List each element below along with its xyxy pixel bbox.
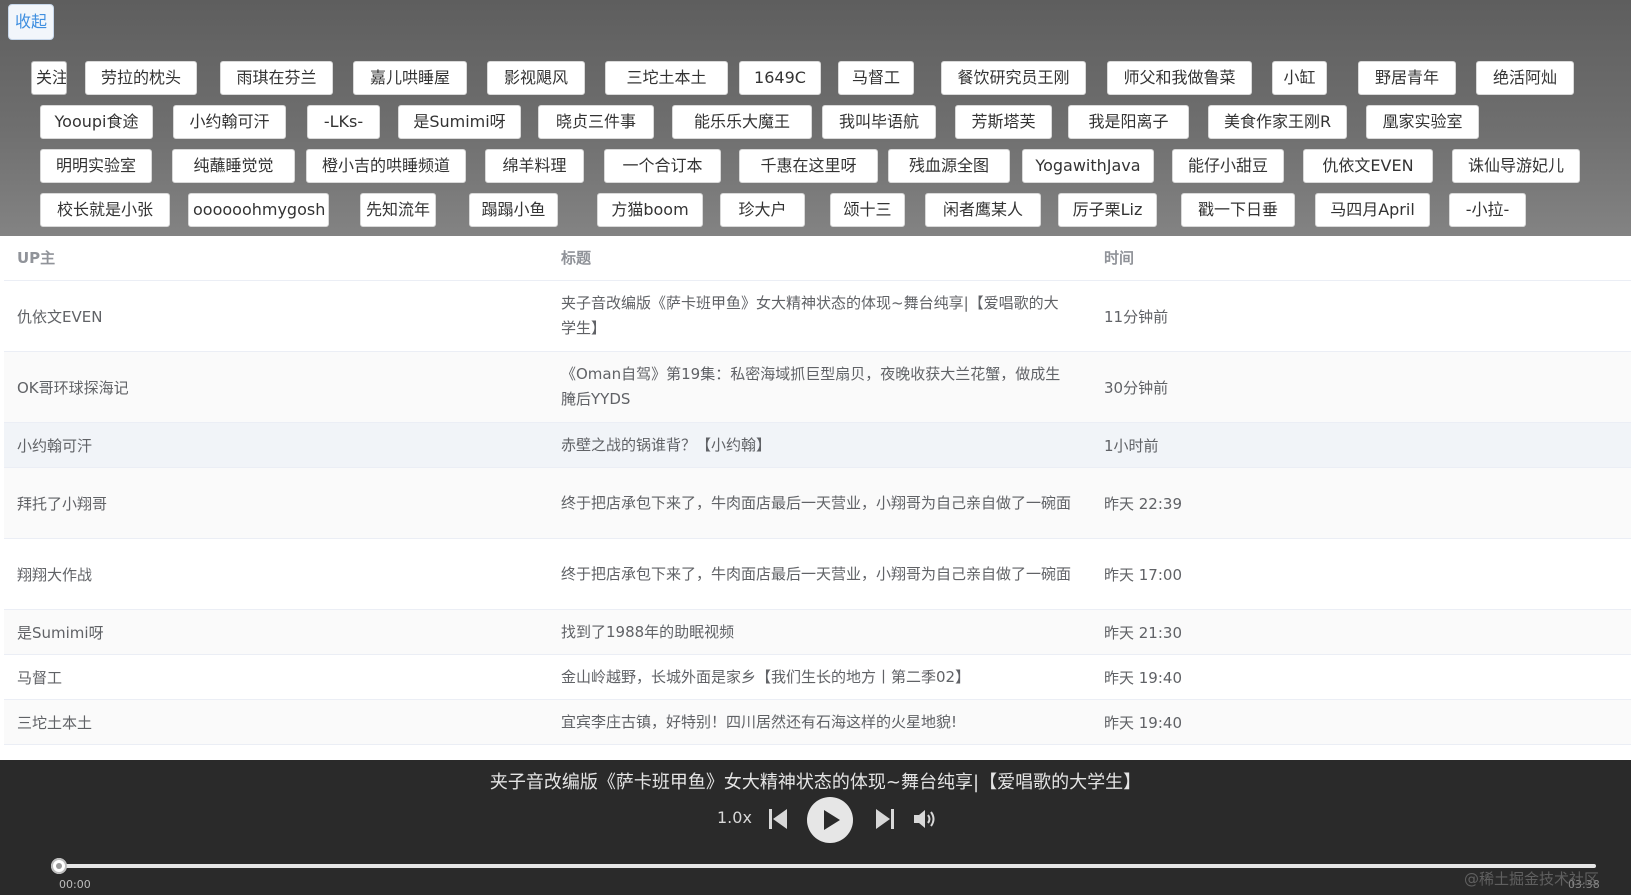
speed-button[interactable]: 1.0x [717,808,752,827]
up-tag[interactable]: 先知流年 [360,193,436,227]
collapse-button[interactable]: 收起 [8,4,55,40]
play-icon[interactable] [807,797,853,843]
table-row[interactable]: 翔翔大作战 终于把店承包下来了，牛肉面店最后一天营业，小翔哥为自己亲自做了一碗面… [4,539,1631,610]
row-time: 昨天 22:39 [1104,494,1182,513]
up-tag[interactable]: 颂十三 [830,193,905,227]
up-tag[interactable]: 晓贞三件事 [538,105,654,139]
up-tag[interactable]: 诛仙导游妃儿 [1452,149,1580,183]
up-tag[interactable]: 厉子栗Liz [1058,193,1157,227]
previous-icon[interactable] [768,808,788,830]
row-title: 赤壁之战的锅谁背？【小约翰】 [561,435,772,454]
up-tag[interactable]: 是Sumimi呀 [398,105,521,139]
row-up: 是Sumimi呀 [17,623,104,642]
up-tag[interactable]: 我是阳离子 [1068,105,1189,139]
row-up: 拜托了小翔哥 [17,494,108,513]
row-up: 小约翰可汗 [17,436,93,455]
up-tag[interactable]: 我叫毕语航 [822,105,936,139]
row-title: 终于把店承包下来了，牛肉面店最后一天营业，小翔哥为自己亲自做了一碗面 [561,493,1072,512]
up-tag[interactable]: 校长就是小张 [40,193,170,227]
up-tag[interactable]: 野居青年 [1358,61,1456,95]
up-tag[interactable]: 马四月April [1315,193,1430,227]
up-tag[interactable]: 方猫boom [597,193,703,227]
up-tag[interactable]: 戳一下日垂 [1181,193,1295,227]
up-tag[interactable]: 小约翰可汗 [173,105,286,139]
up-tag[interactable]: 嘉儿哄睡屋 [353,61,467,95]
row-title: 找到了1988年的助眠视频 [561,622,735,641]
row-up: 三坨土本土 [17,713,93,732]
up-tag[interactable]: 凰家实验室 [1366,105,1479,139]
row-time: 30分钟前 [1104,378,1169,397]
up-tag[interactable]: 师父和我做鲁菜 [1107,61,1252,95]
volume-icon[interactable] [913,808,939,830]
up-tag[interactable]: Yooupi食途 [40,105,153,139]
up-tag[interactable]: oooooohmygosh [188,193,329,227]
up-tag[interactable]: 绝活阿灿 [1476,61,1574,95]
audio-player: 夹子音改编版《萨卡班甲鱼》女大精神状态的体现~舞台纯享|【爱唱歌的大学生】 1.… [0,760,1631,895]
up-tag[interactable]: 蹋蹋小鱼 [469,193,558,227]
up-tag[interactable]: 美食作家王刚R [1208,105,1347,139]
row-title: 终于把店承包下来了，牛肉面店最后一天营业，小翔哥为自己亲自做了一碗面 [561,564,1072,583]
table-row[interactable]: OK哥环球探海记 《Oman自驾》第19集：私密海域抓巨型扇贝，夜晚收获大兰花蟹… [4,352,1631,423]
up-tag[interactable]: 小缸 [1272,61,1327,95]
up-tag[interactable]: 闲者鹰某人 [925,193,1041,227]
up-tag[interactable]: 餐饮研究员王刚 [941,61,1086,95]
row-up: 翔翔大作战 [17,565,93,584]
header-title: 标题 [561,249,592,267]
follow-tag[interactable]: 关注 [31,61,67,95]
table-row[interactable]: 马督工 金山岭越野，长城外面是家乡【我们生长的地方丨第二季02】 昨天 19:4… [4,655,1631,700]
up-tag[interactable]: 能乐乐大魔王 [672,105,812,139]
table-header: UP主 标题 时间 [4,236,1631,281]
video-table: UP主 标题 时间 仇依文EVEN 夹子音改编版《萨卡班甲鱼》女大精神状态的体现… [4,236,1631,760]
current-time: 00:00 [59,878,91,891]
row-time: 1小时前 [1104,436,1159,455]
up-tag[interactable]: 绵羊料理 [485,149,584,183]
up-tag[interactable]: 仇依文EVEN [1303,149,1433,183]
table-row[interactable]: 是Sumimi呀 找到了1988年的助眠视频 昨天 21:30 [4,610,1631,655]
player-controls: 1.0x [0,792,1631,850]
up-tag[interactable]: 珍大户 [720,193,805,227]
row-up: OK哥环球探海记 [17,378,129,397]
row-up: 马督工 [17,668,63,687]
progress-bar[interactable] [58,864,1596,868]
up-tag[interactable]: 马督工 [838,61,914,95]
up-tag[interactable]: 能仔小甜豆 [1172,149,1284,183]
row-time: 昨天 19:40 [1104,713,1182,732]
next-icon[interactable] [875,808,895,830]
progress-handle[interactable] [51,858,67,874]
header-up: UP主 [17,249,56,267]
header-time: 时间 [1104,249,1135,267]
up-tag[interactable]: 千惠在这里呀 [739,149,878,183]
up-tag[interactable]: 残血源全图 [888,149,1010,183]
up-tag[interactable]: 劳拉的枕头 [85,61,197,95]
row-up: 仇依文EVEN [17,307,103,326]
table-row[interactable]: 仇依文EVEN 夹子音改编版《萨卡班甲鱼》女大精神状态的体现~舞台纯享|【爱唱歌… [4,281,1631,352]
up-tag[interactable]: 芳斯塔芙 [955,105,1052,139]
up-tag[interactable]: YogawithJava [1022,149,1154,183]
following-tag-list: 关注 劳拉的枕头 雨琪在芬兰 嘉儿哄睡屋 影视飓风 三坨土本土 1649C 马督工 餐饮研究员王… [0,0,1631,236]
up-tag[interactable]: 明明实验室 [40,149,152,183]
row-title: 夹子音改编版《萨卡班甲鱼》女大精神状态的体现~舞台纯享|【爱唱歌的大学生】 [561,294,1059,337]
table-row[interactable]: 三坨土本土 宜宾李庄古镇，好特别！四川居然还有石海这样的火星地貌! 昨天 19:… [4,700,1631,745]
up-tag[interactable]: 橙小吉的哄睡频道 [306,149,466,183]
row-title: 金山岭越野，长城外面是家乡【我们生长的地方丨第二季02】 [561,667,971,686]
table-row[interactable]: 拜托了小翔哥 终于把店承包下来了，牛肉面店最后一天营业，小翔哥为自己亲自做了一碗… [4,468,1631,539]
up-tag[interactable]: 三坨土本土 [605,61,728,95]
up-tag[interactable]: 1649C [739,61,821,95]
row-time: 11分钟前 [1104,307,1169,326]
up-tag[interactable]: 一个合订本 [604,149,721,183]
total-time: 03:38 [1568,878,1600,891]
row-title: 《Oman自驾》第19集：私密海域抓巨型扇贝，夜晚收获大兰花蟹，做成生腌后YYD… [561,365,1061,408]
row-time: 昨天 19:40 [1104,668,1182,687]
up-tag[interactable]: 纯蘸睡觉觉 [172,149,295,183]
table-row[interactable]: 小约翰可汗 赤壁之战的锅谁背？【小约翰】 1小时前 [4,423,1631,468]
following-panel: 关注 劳拉的枕头 雨琪在芬兰 嘉儿哄睡屋 影视飓风 三坨土本土 1649C 马督工 餐饮研究员王… [0,0,1631,236]
up-tag[interactable]: 雨琪在芬兰 [220,61,333,95]
row-time: 昨天 17:00 [1104,565,1182,584]
up-tag[interactable]: -LKs- [307,105,380,139]
row-title: 宜宾李庄古镇，好特别！四川居然还有石海这样的火星地貌! [561,712,958,731]
up-tag[interactable]: 影视飓风 [487,61,585,95]
row-time: 昨天 21:30 [1104,623,1182,642]
up-tag[interactable]: -小拉- [1449,193,1526,227]
now-playing-title: 夹子音改编版《萨卡班甲鱼》女大精神状态的体现~舞台纯享|【爱唱歌的大学生】 [489,772,1142,793]
